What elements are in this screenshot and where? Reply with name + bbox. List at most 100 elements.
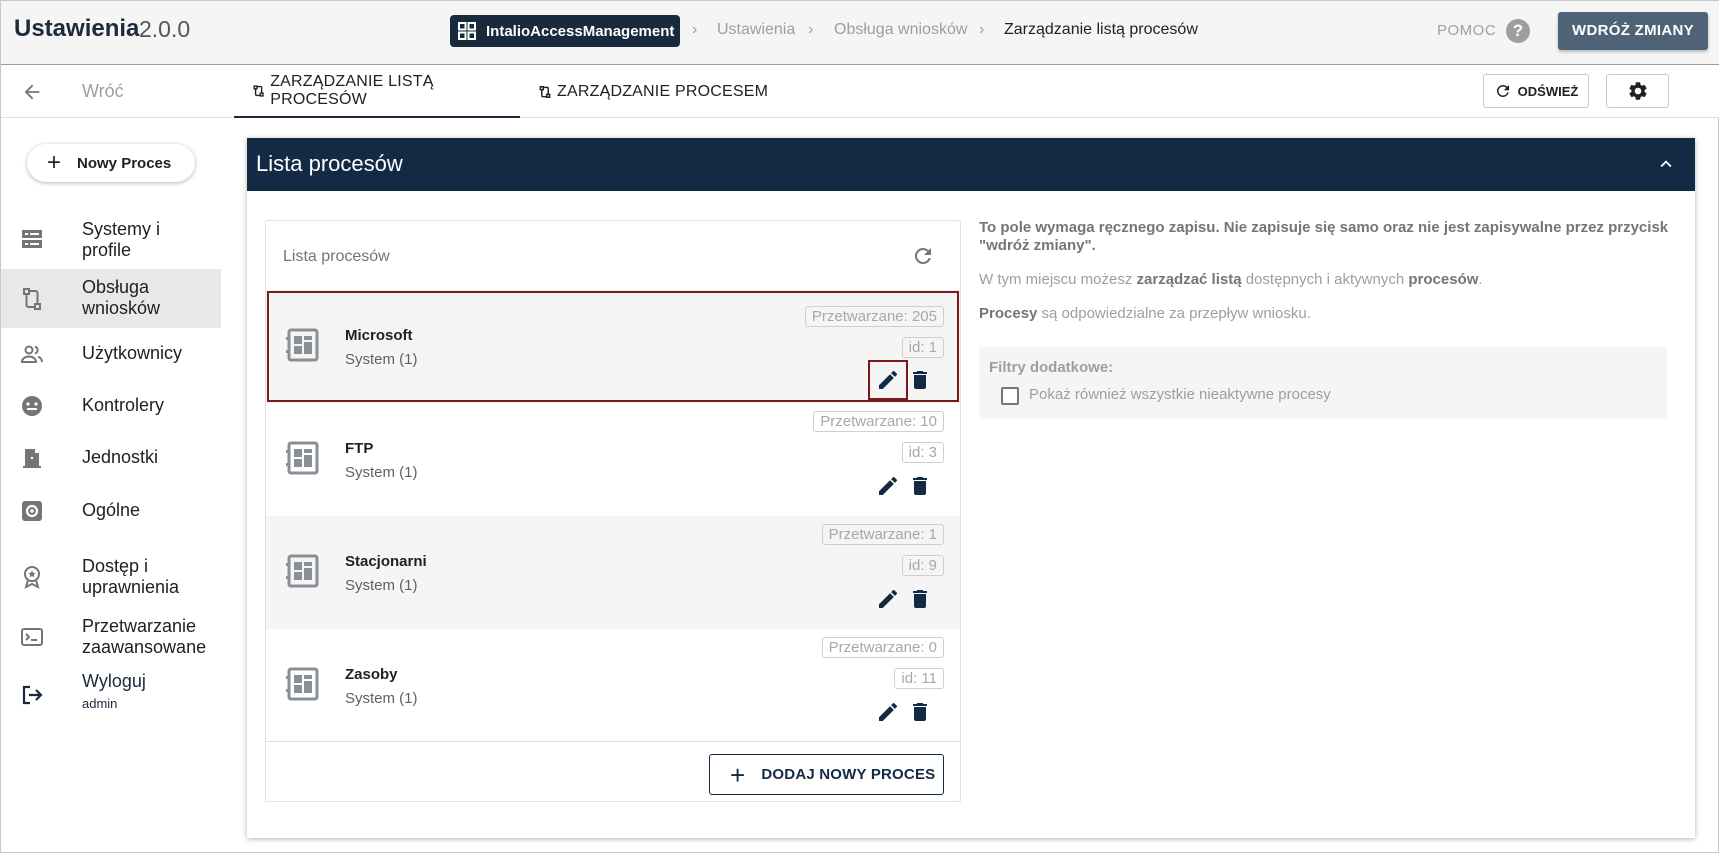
new-process-button[interactable]: + Nowy Proces <box>27 144 195 182</box>
card-title: Lista procesów <box>256 151 403 176</box>
edit-pencil-icon[interactable] <box>876 587 900 611</box>
processing-count-badge: Przetwarzane: 10 <box>813 411 944 432</box>
sidebar-item-label: Systemy i profile <box>82 219 161 260</box>
process-system: System (1) <box>345 464 418 481</box>
info-line-manage: W tym miejscu możesz zarządzać listą dos… <box>979 271 1483 288</box>
edit-pencil-icon[interactable] <box>876 700 900 724</box>
sidebar-item-general[interactable]: Ogólne <box>1 489 221 533</box>
manual-save-note: To pole wymaga ręcznego zapisu. Nie zapi… <box>979 219 1669 254</box>
list-title: Lista procesów <box>283 248 390 265</box>
process-dashboard-icon <box>286 441 319 475</box>
sidebar-item-label: Ogólne <box>82 500 141 520</box>
trash-icon[interactable] <box>908 700 932 724</box>
help-link[interactable]: POMOC <box>1437 22 1496 39</box>
breadcrumb-app[interactable]: IntalioAccessManagement <box>450 15 681 47</box>
breadcrumb-app-label: IntalioAccessManagement <box>486 22 675 40</box>
sidebar-item-requests[interactable]: Obsługa wniosków <box>1 269 221 328</box>
chevron-right-icon: › <box>692 21 698 38</box>
process-name: FTP <box>345 440 374 457</box>
process-row-zasoby[interactable]: Zasoby System (1) Przetwarzane: 0 id: 11 <box>266 629 960 742</box>
sidebar-item-access[interactable]: Dostęp i uprawnienia <box>1 549 221 605</box>
chevron-right-icon: › <box>979 21 985 38</box>
sidebar-item-label: Jednostki <box>82 447 159 467</box>
refresh-label: ODŚWIEŻ <box>1517 83 1579 99</box>
process-row-stacjonarni[interactable]: Stacjonarni System (1) Przetwarzane: 1 i… <box>266 516 960 629</box>
add-new-process-button[interactable]: + DODAJ NOWY PROCES <box>709 754 944 795</box>
refresh-icon[interactable] <box>911 244 935 268</box>
process-name: Stacjonarni <box>345 553 427 570</box>
tab-process-list-label: ZARZĄDZANIE LISTĄ PROCESÓW <box>270 72 434 108</box>
logout-icon <box>22 685 43 705</box>
sidebar-item-users[interactable]: Użytkownicy <box>1 332 221 376</box>
app-title: Ustawienia <box>14 15 140 42</box>
trash-icon[interactable] <box>908 474 932 498</box>
deploy-changes-button[interactable]: WDRÓŻ ZMIANY <box>1558 12 1708 50</box>
tab-process-list[interactable]: ZARZĄDZANIE LISTĄ PROCESÓW <box>234 65 520 118</box>
new-process-label: Nowy Proces <box>77 154 172 172</box>
plus-icon: + <box>730 759 746 790</box>
top-header: Ustawienia 2.0.0 IntalioAccessManagement… <box>1 1 1719 65</box>
arrow-left-icon[interactable] <box>21 81 43 103</box>
sidebar-item-label: Dostęp i uprawnienia <box>82 556 180 597</box>
chevron-up-icon[interactable] <box>1655 153 1677 175</box>
controller-icon <box>22 396 42 416</box>
show-inactive-checkbox[interactable] <box>1001 387 1019 405</box>
app-window: Ustawienia 2.0.0 IntalioAccessManagement… <box>0 0 1719 853</box>
process-id-badge: id: 9 <box>901 555 944 576</box>
process-list-card: Lista procesów Lista procesów Microsoft … <box>247 138 1695 838</box>
tab-process-management-label: ZARZĄDZANIE PROCESEM <box>557 82 769 100</box>
process-system: System (1) <box>345 351 418 368</box>
process-system: System (1) <box>345 577 418 594</box>
tab-process-management[interactable]: ZARZĄDZANIE PROCESEM <box>538 65 768 118</box>
process-row-microsoft[interactable]: Microsoft System (1) Przetwarzane: 205 i… <box>266 290 960 403</box>
settings-button[interactable] <box>1606 74 1669 108</box>
sidebar-item-controllers[interactable]: Kontrolery <box>1 384 221 428</box>
users-icon <box>20 345 43 363</box>
processing-count-badge: Przetwarzane: 205 <box>804 306 944 327</box>
process-id-badge: id: 1 <box>901 337 944 358</box>
process-flow-icon <box>539 85 551 98</box>
help-icon[interactable]: ? <box>1506 19 1530 43</box>
settings-box-icon <box>22 501 42 521</box>
processing-count-badge: Przetwarzane: 1 <box>821 524 944 545</box>
card-header: Lista procesów <box>247 138 1695 191</box>
sidebar-item-label: Użytkownicy <box>82 343 183 363</box>
edit-pencil-icon[interactable] <box>876 474 900 498</box>
chevron-right-icon: › <box>808 21 814 38</box>
sidebar-item-systems[interactable]: Systemy i profile <box>1 211 221 267</box>
sidebar-item-units[interactable]: Jednostki <box>1 436 221 480</box>
process-name: Microsoft <box>345 327 413 344</box>
door-icon <box>23 449 41 468</box>
refresh-button[interactable]: ODŚWIEŻ <box>1483 74 1589 108</box>
sidebar-item-logout[interactable]: Wyloguj admin <box>1 667 221 723</box>
show-inactive-label[interactable]: Pokaż również wszystkie nieaktywne proce… <box>1029 386 1331 403</box>
process-row-ftp[interactable]: FTP System (1) Przetwarzane: 10 id: 3 <box>266 403 960 516</box>
apps-grid-icon <box>458 22 476 40</box>
trash-icon[interactable] <box>908 587 932 611</box>
edit-pencil-icon[interactable] <box>868 360 908 400</box>
process-dashboard-icon <box>286 328 319 362</box>
sidebar-item-label: Wyloguj <box>82 671 146 691</box>
process-id-badge: id: 3 <box>901 442 944 463</box>
refresh-icon <box>1496 84 1509 97</box>
add-new-process-label: DODAJ NOWY PROCES <box>761 766 936 783</box>
process-system: System (1) <box>345 690 418 707</box>
breadcrumb-obsluga-wnioskow[interactable]: Obsługa wniosków <box>834 21 967 39</box>
sidebar-item-advanced[interactable]: Przetwarzanie zaawansowane <box>1 609 221 665</box>
process-dashboard-icon <box>286 667 319 701</box>
back-link[interactable]: Wróć <box>82 81 124 102</box>
breadcrumb-ustawienia[interactable]: Ustawienia <box>717 21 795 39</box>
process-flow-icon <box>253 84 264 97</box>
sidebar-item-label: Kontrolery <box>82 395 165 415</box>
process-dashboard-icon <box>286 554 319 588</box>
sidebar: + Nowy Proces Systemy i profile Obsługa … <box>1 119 221 853</box>
plus-icon: + <box>47 149 62 176</box>
breadcrumb-current: Zarządzanie listą procesów <box>1004 21 1198 38</box>
filters-title: Filtry dodatkowe: <box>989 359 1114 376</box>
process-flow-icon <box>23 288 41 310</box>
server-icon <box>22 230 42 248</box>
gear-icon <box>1628 82 1647 100</box>
trash-icon[interactable] <box>908 368 932 392</box>
additional-filters: Filtry dodatkowe: Pokaż również wszystki… <box>979 347 1667 419</box>
sub-toolbar: Wróć ZARZĄDZANIE LISTĄ PROCESÓW ZARZĄDZA… <box>1 65 1719 118</box>
